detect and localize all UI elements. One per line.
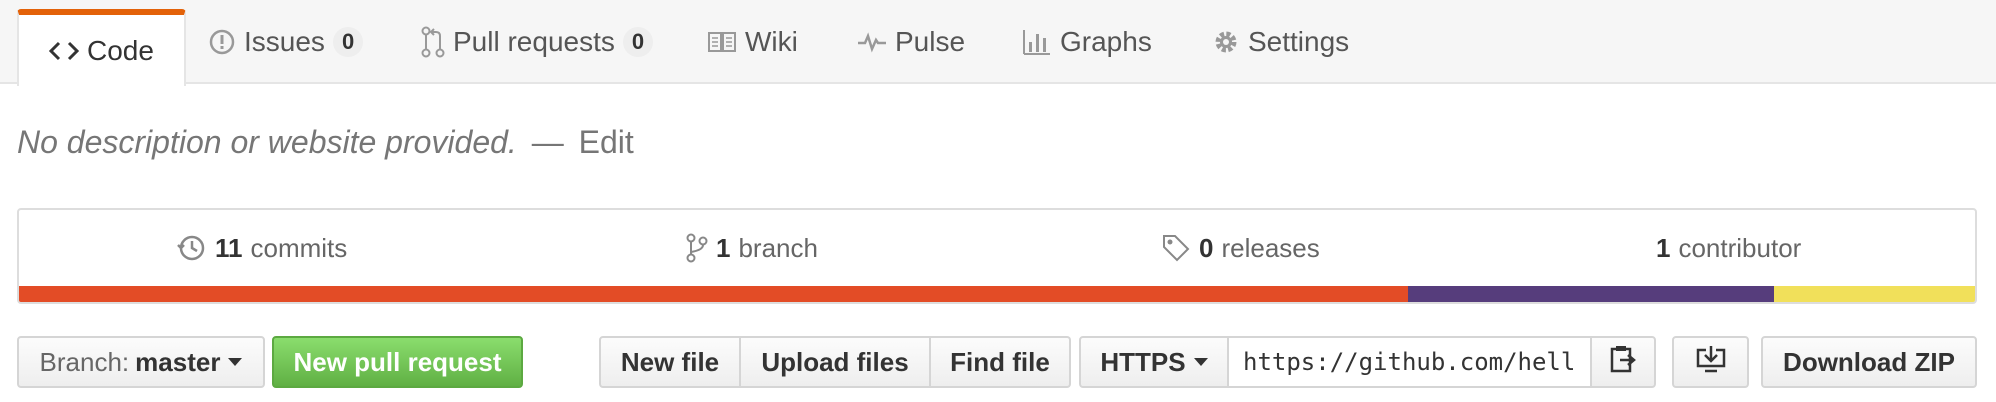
branch-select-button[interactable]: Branch: master	[17, 336, 265, 388]
desktop-download-icon	[1695, 344, 1727, 381]
repo-tabnav: Code Issues 0 Pull requests 0 Wiki Pulse…	[0, 0, 1996, 86]
tab-label: Settings	[1248, 26, 1350, 57]
issues-counter: 0	[332, 27, 364, 57]
contributors-link[interactable]: 1 contributor	[1656, 210, 1801, 286]
open-in-desktop-button[interactable]	[1672, 336, 1749, 388]
copy-url-button[interactable]	[1590, 336, 1656, 388]
language-segment[interactable]	[1407, 286, 1774, 302]
edit-description-link[interactable]: Edit	[579, 124, 634, 160]
contributors-count: 1	[1656, 232, 1671, 263]
branches-count: 1	[716, 232, 731, 263]
tab-label: Issues	[244, 26, 325, 57]
language-segment[interactable]	[19, 286, 1408, 302]
new-pull-request-button[interactable]: New pull request	[272, 336, 523, 388]
tab-label: Pulse	[895, 26, 966, 57]
description-separator: —	[531, 124, 564, 160]
clone-url-text: https://github.com/hell	[1243, 348, 1576, 376]
releases-count: 0	[1199, 232, 1214, 263]
tab-label: Code	[87, 34, 154, 66]
tab-issues[interactable]: Issues 0	[208, 0, 364, 84]
tab-label: Pull requests	[453, 26, 615, 57]
protocol-label: HTTPS	[1100, 346, 1186, 377]
code-icon	[49, 39, 79, 63]
releases-link[interactable]: 0 releases	[1161, 210, 1320, 286]
tab-pull-requests[interactable]: Pull requests 0	[421, 0, 654, 84]
clone-protocol-button[interactable]: HTTPS	[1079, 336, 1229, 388]
caret-down-icon	[1193, 358, 1208, 366]
tab-label: Graphs	[1060, 26, 1152, 57]
tab-pulse[interactable]: Pulse	[857, 0, 965, 84]
clone-url-input[interactable]: https://github.com/hell	[1229, 336, 1590, 388]
tab-label: Wiki	[745, 26, 798, 57]
pulse-icon	[857, 30, 887, 54]
commits-link[interactable]: 11 commits	[177, 210, 347, 286]
description-text: No description or website provided.	[17, 124, 517, 160]
language-segment[interactable]	[1773, 286, 1975, 302]
issue-opened-icon	[208, 28, 236, 56]
caret-down-icon	[228, 358, 243, 366]
gear-icon	[1212, 28, 1240, 56]
book-icon	[707, 30, 737, 54]
history-icon	[177, 233, 207, 263]
contributors-label: contributor	[1678, 232, 1802, 263]
tab-settings[interactable]: Settings	[1212, 0, 1349, 84]
repo-summary: 11 commits 1 branch 0 releases 1 contrib…	[17, 208, 1977, 304]
branch-prefix: Branch:	[39, 346, 130, 377]
branches-link[interactable]: 1 branch	[686, 210, 818, 286]
pull-requests-counter: 0	[622, 27, 654, 57]
language-bar[interactable]	[19, 286, 1975, 302]
new-file-button[interactable]: New file	[599, 336, 741, 388]
download-zip-button[interactable]: Download ZIP	[1761, 336, 1977, 388]
tab-wiki[interactable]: Wiki	[707, 0, 798, 84]
git-pull-request-icon	[421, 26, 445, 58]
commits-label: commits	[250, 232, 348, 263]
find-file-button[interactable]: Find file	[931, 336, 1071, 388]
tab-code[interactable]: Code	[17, 9, 186, 86]
git-branch-icon	[686, 233, 708, 263]
graph-icon	[1022, 28, 1052, 56]
upload-files-button[interactable]: Upload files	[741, 336, 931, 388]
releases-label: releases	[1221, 232, 1320, 263]
repo-description: No description or website provided. — Ed…	[17, 124, 634, 161]
clippy-icon	[1610, 344, 1636, 381]
branch-name: master	[135, 346, 221, 377]
branches-label: branch	[738, 232, 818, 263]
tag-icon	[1161, 233, 1191, 263]
tab-graphs[interactable]: Graphs	[1022, 0, 1152, 84]
commits-count: 11	[215, 232, 243, 263]
